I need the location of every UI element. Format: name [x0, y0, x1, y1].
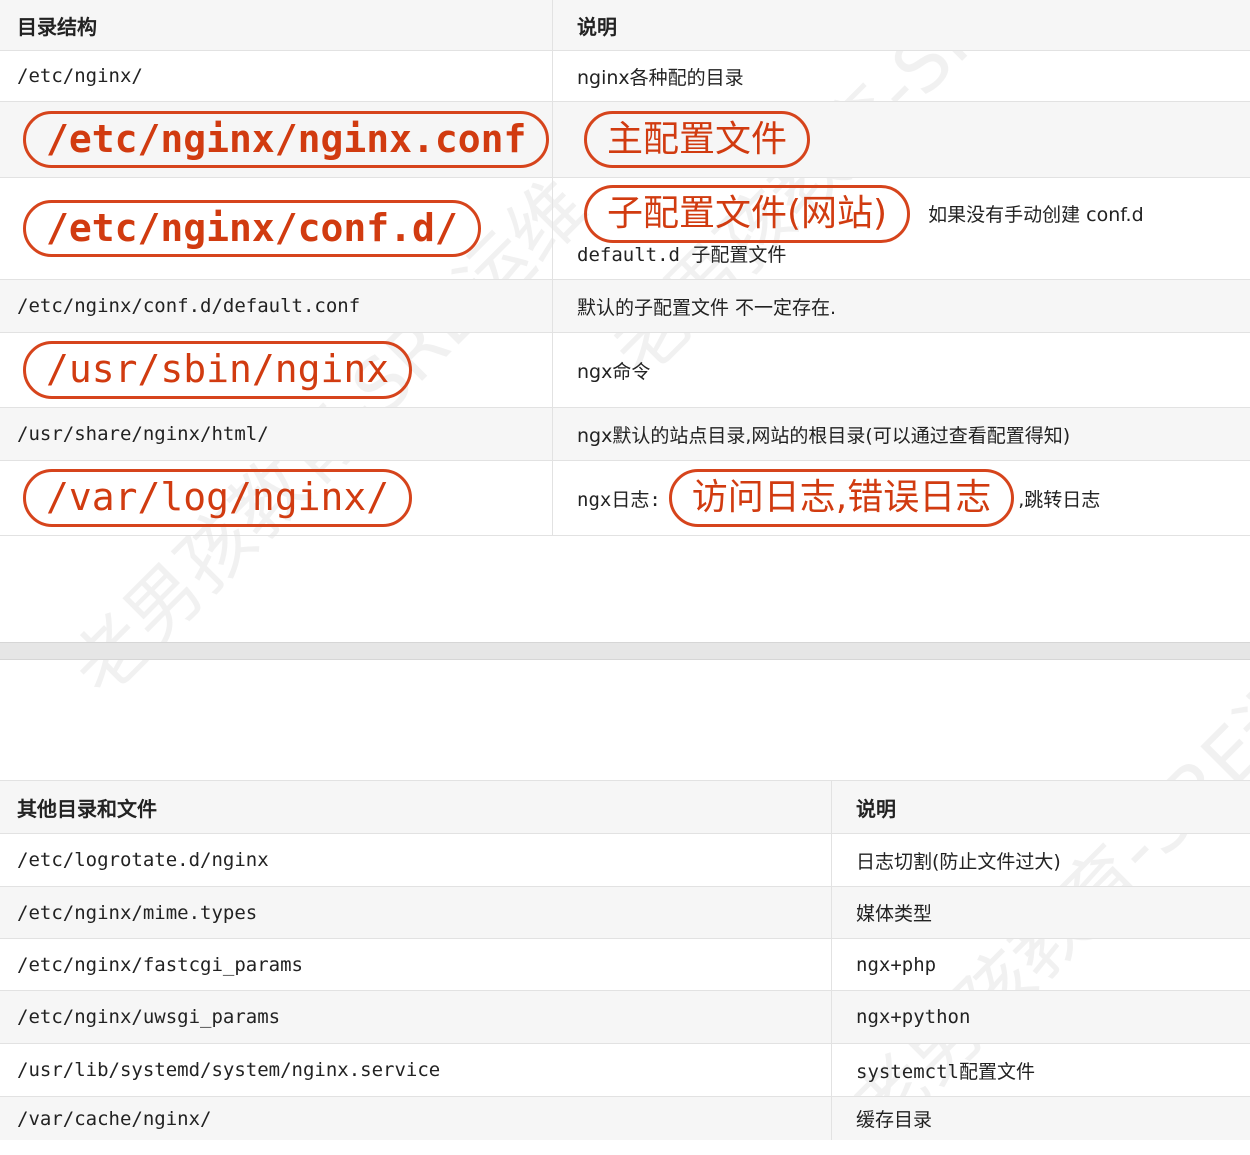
path-cell: /etc/nginx/nginx.conf	[0, 102, 552, 177]
header-directory: 目录结构	[17, 14, 97, 39]
header-other-files: 其他目录和文件	[17, 796, 157, 821]
path-cell: /etc/nginx/	[17, 65, 143, 87]
desc-cell: 日志切割(防止文件过大)	[856, 850, 1061, 873]
path-cell: /etc/logrotate.d/nginx	[17, 849, 269, 871]
table-row: /etc/nginx/fastcgi_params ngx+php	[0, 938, 1250, 990]
annotated-desc: 子配置文件(网站)	[584, 185, 911, 243]
table-row: /etc/nginx/mime.types 媒体类型	[0, 886, 1250, 938]
desc-cell: ngx默认的站点目录,网站的根目录(可以通过查看配置得知)	[577, 424, 1071, 447]
annotated-path: /etc/nginx/conf.d/	[23, 199, 481, 258]
header-description: 说明	[577, 14, 617, 39]
section-divider	[0, 642, 1250, 660]
annotated-path: /usr/sbin/nginx	[23, 341, 413, 399]
table-row: /etc/nginx/conf.d/ 子配置文件(网站) 如果没有手动创建 co…	[0, 177, 1250, 279]
path-cell: /etc/nginx/uwsgi_params	[17, 1006, 281, 1028]
table-row: /usr/sbin/nginx ngx命令	[0, 332, 1250, 407]
desc-cell: ngx日志: 访问日志,错误日志 ,跳转日志	[553, 461, 1250, 535]
desc-cell: 主配置文件	[553, 102, 1250, 177]
desc-cell: systemctl配置文件	[856, 1060, 1035, 1083]
path-cell: /usr/sbin/nginx	[0, 333, 552, 407]
annotated-path: /etc/nginx/nginx.conf	[23, 110, 550, 169]
table-header: 其他目录和文件 说明	[0, 780, 1250, 833]
table-row: /usr/share/nginx/html/ ngx默认的站点目录,网站的根目录…	[0, 407, 1250, 460]
desc-line2: default.d 子配置文件	[577, 244, 787, 266]
path-cell: /etc/nginx/fastcgi_params	[17, 953, 303, 976]
path-cell: /etc/nginx/mime.types	[17, 901, 258, 924]
path-cell: /var/log/nginx/	[0, 461, 552, 535]
desc-cell: 缓存目录	[856, 1109, 933, 1131]
table-row: /etc/nginx/ nginx各种配的目录	[0, 50, 1250, 101]
path-cell: /usr/share/nginx/html/	[17, 423, 269, 445]
table-row: /var/log/nginx/ ngx日志: 访问日志,错误日志 ,跳转日志	[0, 460, 1250, 536]
path-cell: /var/cache/nginx/	[17, 1107, 212, 1130]
desc-after: 如果没有手动创建 conf.d	[928, 204, 1144, 227]
desc-cell: 媒体类型	[856, 903, 933, 925]
annotated-path: /var/log/nginx/	[23, 469, 413, 527]
table-row: /etc/nginx/uwsgi_params ngx+python	[0, 990, 1250, 1043]
table-row: /etc/nginx/conf.d/default.conf 默认的子配置文件 …	[0, 279, 1250, 332]
desc-cell: ngx+php	[856, 953, 937, 976]
annotated-desc: 主配置文件	[584, 110, 811, 169]
table-row: /var/cache/nginx/ 缓存目录	[0, 1096, 1250, 1140]
desc-cell: nginx各种配的目录	[577, 66, 744, 89]
desc-cell: ngx+python	[856, 1006, 971, 1028]
table-header: 目录结构 说明	[0, 0, 1250, 50]
table-row: /usr/lib/systemd/system/nginx.service sy…	[0, 1043, 1250, 1096]
path-cell: /etc/nginx/conf.d/default.conf	[17, 295, 361, 317]
table-row: /etc/logrotate.d/nginx 日志切割(防止文件过大)	[0, 833, 1250, 886]
desc-cell: 默认的子配置文件 不一定存在.	[577, 296, 837, 319]
annotated-desc: 访问日志,错误日志	[668, 469, 1015, 527]
table-row: /etc/nginx/nginx.conf 主配置文件	[0, 101, 1250, 177]
path-cell: /usr/lib/systemd/system/nginx.service	[17, 1059, 441, 1081]
desc-prefix: ngx日志:	[577, 488, 661, 511]
path-cell: /etc/nginx/conf.d/	[0, 178, 552, 279]
desc-suffix: ,跳转日志	[1018, 488, 1101, 511]
desc-cell: ngx命令	[577, 360, 651, 383]
header-description: 说明	[856, 796, 896, 821]
desc-cell: 子配置文件(网站) 如果没有手动创建 conf.d default.d 子配置文…	[553, 178, 1250, 279]
